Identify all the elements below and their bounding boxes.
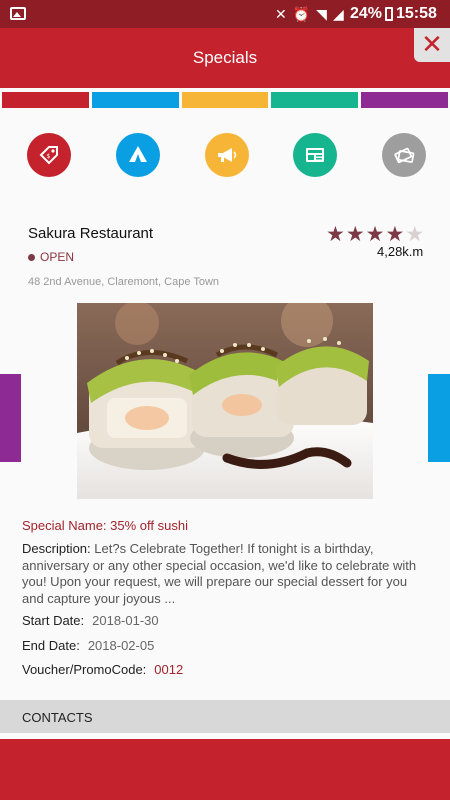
contacts-label: CONTACTS — [22, 710, 93, 725]
special-photo[interactable] — [77, 303, 373, 499]
tickets-icon — [394, 147, 415, 164]
category-news[interactable] — [293, 133, 337, 177]
special-description: Description: Let?s Celebrate Together! I… — [22, 541, 432, 607]
price-tag-icon: $ — [39, 146, 58, 165]
battery-icon — [385, 7, 393, 21]
page-title: Specials — [192, 48, 258, 67]
description-label: Description: — [22, 541, 91, 556]
promo-code-row: Voucher/PromoCode: 0012 — [22, 662, 183, 677]
category-strip-1[interactable] — [2, 92, 89, 108]
close-icon: ✕ — [421, 29, 443, 59]
category-specials[interactable]: $ — [27, 133, 71, 177]
star-icon: ★ — [345, 223, 366, 246]
newspaper-icon — [306, 148, 324, 162]
status-bar: ✕⏰◥◢ 24% 15:58 — [0, 0, 450, 28]
tent-icon — [129, 146, 147, 162]
category-tickets[interactable] — [382, 133, 426, 177]
open-status: OPEN — [40, 250, 75, 264]
start-date-row: Start Date: 2018-01-30 — [22, 613, 159, 628]
signal-icon: ◢ — [332, 6, 350, 22]
next-special-tab[interactable] — [428, 374, 450, 462]
restaurant-address: 48 2nd Avenue, Claremont, Cape Town — [28, 276, 220, 288]
star-icon: ★ — [326, 223, 346, 246]
svg-text:$: $ — [47, 153, 51, 160]
promo-code-value: 0012 — [154, 662, 184, 677]
category-announcements[interactable] — [205, 133, 249, 177]
end-date-label: End Date: — [22, 638, 80, 653]
clock: 15:58 — [396, 5, 437, 22]
end-date-value: 2018-02-05 — [87, 638, 155, 653]
category-icons: $ — [0, 133, 450, 179]
battery-percent: 24% — [350, 5, 383, 22]
alarm-icon: ⏰ — [292, 6, 317, 22]
category-strip-3[interactable] — [182, 92, 268, 108]
special-name: Special Name: 35% off sushi — [22, 518, 188, 533]
wifi-icon: ◥ — [316, 6, 333, 22]
star-icon: ★ — [365, 223, 386, 246]
footer-bar — [0, 739, 450, 800]
promo-code-label: Voucher/PromoCode: — [22, 662, 147, 677]
category-strip-2[interactable] — [92, 92, 179, 108]
category-events[interactable] — [116, 133, 160, 177]
star-icon: ★ — [385, 223, 406, 246]
restaurant-name: Sakura Restaurant — [28, 225, 154, 242]
distance: 4,28k.m — [377, 244, 424, 259]
star-icon: ★ — [405, 223, 426, 246]
image-icon — [10, 7, 26, 20]
sushi-photo — [77, 303, 373, 499]
end-date-row: End Date: 2018-02-05 — [22, 638, 154, 653]
contacts-section-header[interactable]: CONTACTS — [0, 700, 450, 733]
megaphone-icon — [218, 148, 237, 162]
close-button[interactable]: ✕ — [414, 28, 450, 62]
mute-icon: ✕ — [275, 6, 293, 22]
category-strip-4[interactable] — [271, 92, 358, 108]
start-date-label: Start Date: — [22, 613, 85, 628]
category-strip-5[interactable] — [361, 92, 448, 108]
start-date-value: 2018-01-30 — [92, 613, 159, 628]
app-bar: Specials ✕ — [0, 28, 450, 88]
previous-special-tab[interactable] — [0, 374, 21, 462]
open-status-dot — [28, 254, 35, 261]
system-icons: ✕⏰◥◢ — [275, 6, 350, 23]
